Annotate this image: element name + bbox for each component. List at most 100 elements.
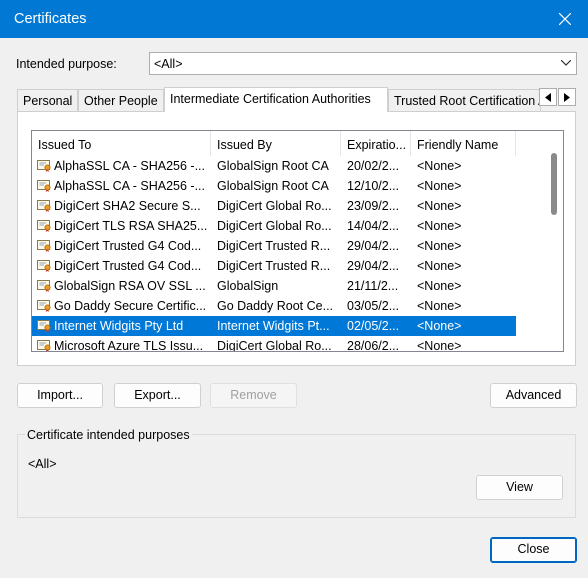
scrollbar-thumb[interactable] [551,153,557,215]
cell-issued-by: DigiCert Trusted R... [217,239,331,253]
table-row[interactable]: Go Daddy Secure Certific... Go Daddy Root… [32,296,516,316]
cell-issued-to: AlphaSSL CA - SHA256 -... [54,179,206,193]
cell-expiration: 14/04/2... [347,219,400,233]
intended-purposes-title: Certificate intended purposes [25,428,192,442]
cell-expiration: 20/02/2... [347,159,400,173]
column-label: Issued By [217,138,272,152]
cell-friendly-name: <None> [417,259,462,273]
tab-trusted-root-ca[interactable]: Trusted Root Certification Authorities [388,89,541,111]
table-row[interactable]: DigiCert Trusted G4 Cod... DigiCert Trust… [32,256,516,276]
cell-issued-by: DigiCert Global Ro... [217,199,332,213]
cell-issued-by: GlobalSign Root CA [217,179,329,193]
table-row[interactable]: AlphaSSL CA - SHA256 -... GlobalSign Root… [32,176,516,196]
cell-expiration: 29/04/2... [347,259,400,273]
certificate-icon [37,340,51,351]
cell-friendly-name: <None> [417,319,462,333]
table-row[interactable]: DigiCert TLS RSA SHA25... DigiCert Global… [32,216,516,236]
intended-purpose-value: <All> [154,57,183,71]
close-icon [559,13,571,25]
column-header-expiration[interactable]: Expiratio... [341,131,411,156]
cell-issued-to: Internet Widgits Pty Ltd [54,319,184,333]
intended-purpose-label: Intended purpose: [16,57,117,71]
cell-expiration: 28/06/2... [347,339,400,352]
intended-purposes-value: <All> [28,457,57,471]
cell-issued-to: DigiCert TLS RSA SHA25... [54,219,208,233]
table-row[interactable]: GlobalSign RSA OV SSL ... GlobalSign 21/11… [32,276,516,296]
certificate-icon [37,300,51,312]
cell-issued-by: DigiCert Trusted R... [217,259,331,273]
cell-expiration: 03/05/2... [347,299,400,313]
table-row[interactable]: Microsoft Azure TLS Issu... DigiCert Glob… [32,336,516,352]
export-button[interactable]: Export... [114,383,201,408]
tab-scroll-left-button[interactable] [539,88,557,106]
tab-intermediate-ca[interactable]: Intermediate Certification Authorities [164,87,388,112]
close-button[interactable]: Close [490,537,577,563]
cell-issued-to: Go Daddy Secure Certific... [54,299,207,313]
cell-issued-by: DigiCert Global Ro... [217,219,332,233]
column-header-issued-by[interactable]: Issued By [211,131,341,156]
tab-strip: Personal Other People Intermediate Certi… [17,87,547,112]
close-window-button[interactable] [544,0,588,38]
tab-label: Intermediate Certification Authorities [170,92,371,106]
column-label: Friendly Name [417,138,499,152]
window-title: Certificates [14,11,87,27]
cell-friendly-name: <None> [417,159,462,173]
title-bar: Certificates [0,0,588,38]
cell-friendly-name: <None> [417,199,462,213]
column-label: Expiratio... [347,138,407,152]
certificate-icon [37,280,51,292]
chevron-left-icon [545,93,551,102]
cell-issued-to: AlphaSSL CA - SHA256 -... [54,159,206,173]
cell-issued-by: Go Daddy Root Ce... [217,299,334,313]
chevron-down-icon [561,60,571,66]
table-row[interactable]: DigiCert Trusted G4 Cod... DigiCert Trust… [32,236,516,256]
cell-friendly-name: <None> [417,239,462,253]
tab-label: Other People [84,94,158,108]
cell-friendly-name: <None> [417,219,462,233]
cell-friendly-name: <None> [417,179,462,193]
cell-expiration: 21/11/2... [347,279,399,293]
vertical-scrollbar[interactable] [546,131,563,351]
cell-expiration: 29/04/2... [347,239,400,253]
cell-friendly-name: <None> [417,339,462,352]
certificate-icon [37,260,51,272]
tab-label: Personal [23,94,73,108]
cell-issued-to: DigiCert SHA2 Secure S... [54,199,201,213]
certificate-icon [37,160,51,172]
chevron-right-icon [564,93,570,102]
table-row[interactable]: AlphaSSL CA - SHA256 -... GlobalSign Root… [32,156,516,176]
cell-issued-by: Internet Widgits Pt... [217,319,330,333]
table-row[interactable]: DigiCert SHA2 Secure S... DigiCert Global… [32,196,516,216]
certificate-icon [37,200,51,212]
import-button[interactable]: Import... [17,383,103,408]
table-row[interactable]: Internet Widgits Pty Ltd Internet Widgits… [32,316,516,336]
cell-expiration: 23/09/2... [347,199,400,213]
cell-issued-to: Microsoft Azure TLS Issu... [54,339,204,352]
certificate-icon [37,320,51,332]
cell-issued-to: DigiCert Trusted G4 Cod... [54,239,202,253]
remove-button[interactable]: Remove [210,383,297,408]
column-header-friendly-name[interactable]: Friendly Name [411,131,516,156]
cell-expiration: 12/10/2... [347,179,400,193]
cell-friendly-name: <None> [417,299,462,313]
cell-issued-to: DigiCert Trusted G4 Cod... [54,259,202,273]
tab-scroll-right-button[interactable] [558,88,576,106]
advanced-button[interactable]: Advanced [490,383,577,408]
certificate-icon [37,180,51,192]
cell-issued-by: GlobalSign Root CA [217,159,329,173]
tab-personal[interactable]: Personal [17,89,78,111]
intended-purpose-select[interactable]: <All> [149,52,577,75]
view-button[interactable]: View [476,475,563,500]
certificate-icon [37,240,51,252]
certificate-list[interactable]: Issued To Issued By Expiratio... Friendl… [31,130,564,352]
cell-friendly-name: <None> [417,279,462,293]
column-header-issued-to[interactable]: Issued To [32,131,211,156]
list-header: Issued To Issued By Expiratio... Friendl… [32,131,563,156]
cell-issued-by: GlobalSign [217,279,279,293]
tab-other-people[interactable]: Other People [78,89,164,111]
cell-expiration: 02/05/2... [347,319,400,333]
cell-issued-to: GlobalSign RSA OV SSL ... [54,279,206,293]
tab-label: Trusted Root Certification Authorities [394,94,540,108]
certificate-icon [37,220,51,232]
column-label: Issued To [38,138,92,152]
